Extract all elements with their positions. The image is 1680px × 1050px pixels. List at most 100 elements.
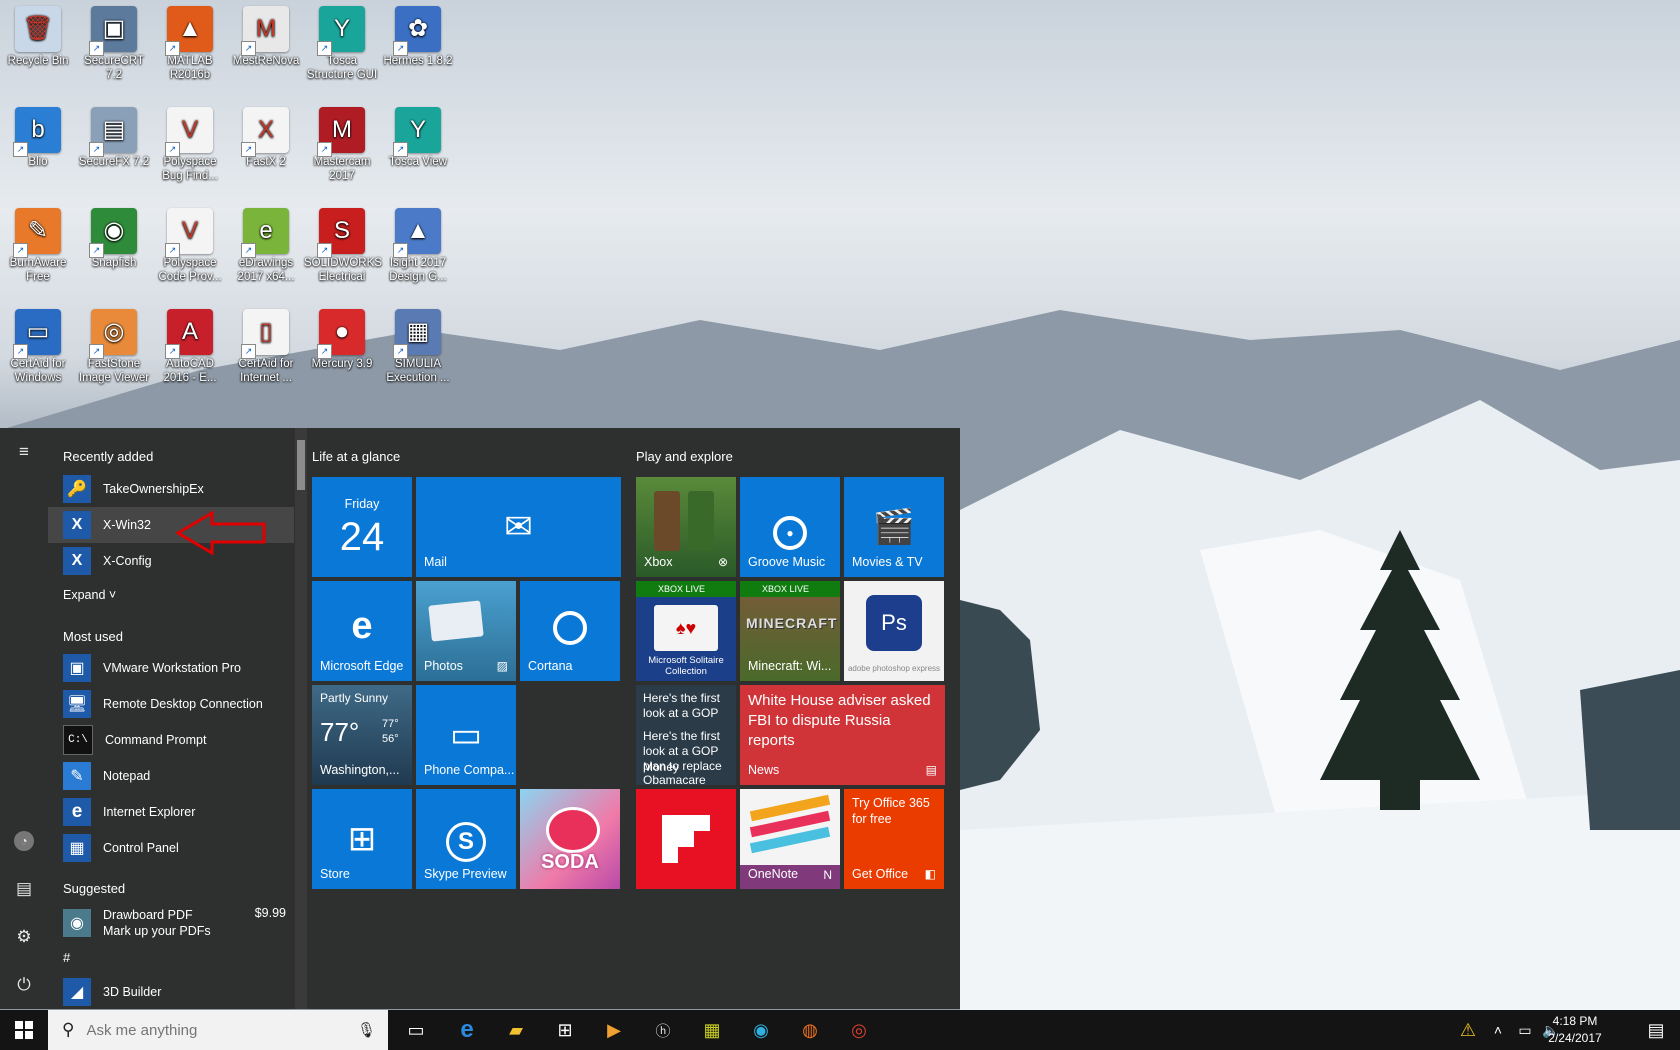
hp-taskbar-icon[interactable]: ⓗ <box>639 1010 687 1050</box>
desktop-shortcut[interactable]: ▭CertAid for Windows <box>0 303 76 385</box>
chevron-up-icon[interactable]: ˄ <box>1486 1010 1510 1050</box>
app-list-scrollbar[interactable] <box>295 428 307 1009</box>
desktop-shortcut[interactable]: MMastercam 2017 <box>304 101 380 183</box>
desktop-shortcut[interactable]: YTosca View <box>380 101 456 169</box>
app-notepad[interactable]: ✎ Notepad <box>48 758 294 794</box>
chrome-taskbar-icon[interactable]: ◎ <box>835 1010 883 1050</box>
weather-tile[interactable]: Partly Sunny 77° 77° 56° Washington,... <box>312 685 412 785</box>
tile-label: Get Office <box>852 867 909 881</box>
phone-companion-tile[interactable]: ▭ Phone Compa... <box>416 685 516 785</box>
globe-taskbar-icon[interactable]: ◉ <box>737 1010 785 1050</box>
desktop-shortcut[interactable]: ●Mercury 3.9 <box>304 303 380 371</box>
desktop-shortcut[interactable]: AAutoCAD 2016 - E... <box>152 303 228 385</box>
flipboard-tile[interactable] <box>636 789 736 889</box>
desktop-shortcut[interactable]: XFastX 2 <box>228 101 304 169</box>
desktop-shortcut[interactable]: MMestReNova <box>228 0 304 68</box>
app-control-panel[interactable]: ▦ Control Panel <box>48 830 294 866</box>
desktop-shortcut[interactable]: ◉Snapfish <box>76 202 152 270</box>
file-explorer-taskbar-icon[interactable]: ▰ <box>492 1010 540 1050</box>
taskbar: ⚲ 🎙 ▭ e ▰ ⊞ ▶ ⓗ ▦ ◉ ◍ ◎ ⚠ ˄ ▭ 🔈 4:18 PM … <box>0 1010 1680 1050</box>
cortana-search-box[interactable]: ⚲ 🎙 <box>48 1010 388 1050</box>
desktop-shortcut[interactable]: YTosca Structure GUI <box>304 0 380 82</box>
tile-label: Microsoft Edge <box>320 659 404 673</box>
edge-icon: e <box>351 605 373 647</box>
app-label: 3D Builder <box>103 985 162 999</box>
get-office-tile[interactable]: Try Office 365 for free Get Office ◧ <box>844 789 944 889</box>
news-tile[interactable]: White House adviser asked FBI to dispute… <box>740 685 945 785</box>
desktop-shortcut-label: MATLAB R2016b <box>167 55 213 81</box>
user-avatar-icon[interactable]: ◔ <box>0 821 48 861</box>
firefox-taskbar-icon[interactable]: ◍ <box>786 1010 834 1050</box>
movies-tv-tile[interactable]: 🎬 Movies & TV <box>844 477 944 577</box>
desktop-shortcut[interactable]: ▯CertAid for Internet ... <box>228 303 304 385</box>
money-tile[interactable]: Here's the first look at a GOP Here's th… <box>636 685 736 785</box>
groove-music-tile[interactable]: ● Groove Music <box>740 477 840 577</box>
certaid-internet-icon: ▯ <box>241 309 289 359</box>
skype-tile[interactable]: S Skype Preview <box>416 789 516 889</box>
onenote-tile[interactable]: OneNote N <box>740 789 840 889</box>
task-view-icon[interactable]: ▭ <box>392 1010 440 1050</box>
cortana-circle-icon <box>520 611 620 654</box>
cortana-tile[interactable]: Cortana <box>520 581 620 681</box>
photoshop-express-tile[interactable]: Ps adobe photoshop express <box>844 581 944 681</box>
desktop-shortcut-label: Hermes 1.8.2 <box>383 55 453 67</box>
app-label: Notepad <box>103 769 151 783</box>
hamburger-menu-icon[interactable]: ≡ <box>0 432 48 472</box>
expand-button[interactable]: Expand ˅ <box>63 588 116 602</box>
warning-tray-icon[interactable]: ⚠ <box>1452 1010 1484 1050</box>
desktop-shortcut[interactable]: VPolyspace Code Prov... <box>152 202 228 284</box>
most-used-heading: Most used <box>63 629 123 644</box>
3d-builder-icon: ◢ <box>63 978 91 1006</box>
store-tile[interactable]: ⊞ Store <box>312 789 412 889</box>
start-rail: ≡ ◔ ▤ ⚙ ⏻ <box>0 428 48 1009</box>
app-internet-explorer[interactable]: e Internet Explorer <box>48 794 294 830</box>
system-clock[interactable]: 4:18 PM 2/24/2017 <box>1538 1013 1612 1047</box>
desktop-shortcut[interactable]: ▲Isight 2017 Design G... <box>380 202 456 284</box>
mail-tile[interactable]: ✉ Mail <box>416 477 621 577</box>
desktop-shortcut[interactable]: ▲MATLAB R2016b <box>152 0 228 82</box>
group-play-and-explore[interactable]: Play and explore <box>636 449 733 464</box>
settings-gear-icon[interactable]: ⚙ <box>0 917 48 957</box>
clock-time: 4:18 PM <box>1552 1014 1598 1028</box>
desktop-shortcut[interactable]: VPolyspace Bug Find... <box>152 101 228 183</box>
desktop-shortcut[interactable]: ✎BurnAware Free <box>0 202 76 284</box>
hermes-icon: ✿ <box>393 6 441 56</box>
desktop-shortcut[interactable]: ▣SecureCRT 7.2 <box>76 0 152 82</box>
desktop-shortcut[interactable]: ✿Hermes 1.8.2 <box>380 0 456 68</box>
desktop-shortcut[interactable]: bBlio <box>0 101 76 169</box>
photoshop-icon: Ps <box>866 595 922 651</box>
desktop-shortcut[interactable]: ◎FastStone Image Viewer <box>76 303 152 385</box>
media-player-taskbar-icon[interactable]: ▶ <box>590 1010 638 1050</box>
candy-crush-tile[interactable]: SODA <box>520 789 620 889</box>
solitaire-tile[interactable]: XBOX LIVE ♠♥ Microsoft Solitaire Collect… <box>636 581 736 681</box>
desktop-shortcut[interactable]: SSOLIDWORKS Electrical <box>304 202 382 284</box>
scrollbar-thumb[interactable] <box>297 440 305 490</box>
xwin32-taskbar-icon[interactable]: ▦ <box>688 1010 736 1050</box>
start-menu: ≡ ◔ ▤ ⚙ ⏻ Recently added 🔑 TakeOwnership… <box>0 428 960 1009</box>
desktop-shortcut[interactable]: ▤SecureFX 7.2 <box>76 101 152 169</box>
desktop-shortcut[interactable]: 🗑 Recycle Bin <box>0 0 76 68</box>
minecraft-tile[interactable]: XBOX LIVE MINECRAFT Minecraft: Wi... <box>740 581 840 681</box>
network-icon[interactable]: ▭ <box>1512 1010 1538 1050</box>
app-drawboard-pdf[interactable]: ◉ Drawboard PDF Mark up your PDFs $9.99 <box>48 901 294 945</box>
app-3d-builder[interactable]: ◢ 3D Builder <box>48 974 294 1010</box>
photos-tile[interactable]: Photos ▨ <box>416 581 516 681</box>
app-command-prompt[interactable]: C:\ Command Prompt <box>48 722 294 758</box>
app-remote-desktop[interactable]: 🖥 Remote Desktop Connection <box>48 686 294 722</box>
app-takeownershipex[interactable]: 🔑 TakeOwnershipEx <box>48 471 294 507</box>
group-life-at-a-glance[interactable]: Life at a glance <box>312 449 400 464</box>
microphone-icon[interactable]: 🎙 <box>357 1021 376 1039</box>
power-icon[interactable]: ⏻ <box>0 965 48 1005</box>
windows-start-button[interactable] <box>0 1010 48 1050</box>
desktop-shortcut[interactable]: ▦SIMULIA Execution ... <box>380 303 456 385</box>
desktop-shortcut[interactable]: eeDrawings 2017 x64... <box>228 202 304 284</box>
edge-taskbar-icon[interactable]: e <box>443 1010 491 1050</box>
file-explorer-icon[interactable]: ▤ <box>0 869 48 909</box>
store-taskbar-icon[interactable]: ⊞ <box>541 1010 589 1050</box>
search-input[interactable] <box>84 1020 349 1040</box>
calendar-tile[interactable]: Friday 24 <box>312 477 412 577</box>
edge-tile[interactable]: e Microsoft Edge <box>312 581 412 681</box>
xbox-tile[interactable]: Xbox ⊗ <box>636 477 736 577</box>
action-center-icon[interactable]: ▤ <box>1632 1010 1680 1050</box>
app-vmware[interactable]: ▣ VMware Workstation Pro <box>48 650 294 686</box>
